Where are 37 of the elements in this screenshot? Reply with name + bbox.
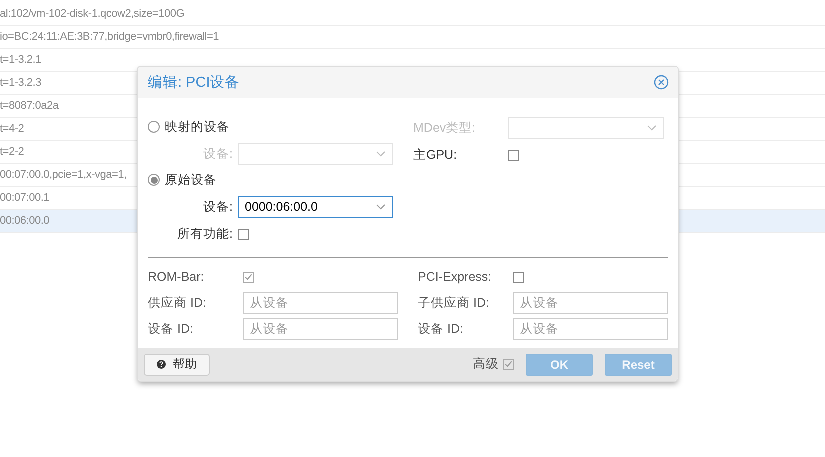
field-label: 设备 ID: — [418, 320, 464, 338]
help-icon — [157, 358, 166, 371]
field-label: 设备: — [202, 198, 234, 216]
field-label: 设备: — [202, 146, 234, 162]
field-label: 供应商 ID: — [148, 294, 208, 312]
field-label: ROM-Bar: — [148, 270, 206, 284]
reset-button[interactable]: Reset — [605, 354, 672, 376]
table-row[interactable]: io=BC:24:11:AE:3B:77,bridge=vmbr0,firewall=1 — [0, 26, 825, 49]
radio-button[interactable] — [148, 121, 160, 133]
chevron-icon — [376, 204, 386, 210]
checkbox[interactable] — [508, 150, 518, 160]
help-button[interactable]: 帮助 — [144, 354, 210, 376]
checkbox[interactable] — [513, 272, 524, 282]
checkbox[interactable] — [238, 228, 249, 240]
field-label: 所有功能: — [176, 226, 234, 242]
advanced-label: 高级 — [473, 356, 499, 373]
checkbox[interactable] — [503, 359, 514, 370]
field-label: 主GPU: — [414, 146, 458, 164]
radio-button[interactable] — [148, 174, 160, 186]
radio-label: 映射的设备 — [165, 118, 230, 136]
field-label: MDev类型: — [414, 120, 477, 136]
input-field[interactable]: 从设备 — [243, 318, 398, 340]
close-icon[interactable] — [654, 75, 669, 90]
field-label: PCI-Express: — [418, 270, 493, 284]
field-label: 子供应商 ID: — [418, 294, 490, 312]
table-row[interactable]: al:102/vm-102-disk-1.qcow2,size=100G — [0, 3, 825, 26]
ok-button[interactable]: OK — [526, 354, 593, 376]
device-dropdown[interactable]: 0000:06:00.0 — [238, 196, 393, 218]
dialog-title: 编辑: PCI设备 — [148, 74, 240, 92]
radio-label: 原始设备 — [165, 172, 217, 188]
chevron-icon — [646, 125, 656, 131]
checkbox[interactable] — [243, 272, 254, 282]
input-field[interactable]: 从设备 — [513, 292, 668, 314]
input-field[interactable]: 从设备 — [513, 318, 668, 340]
chevron-icon — [376, 151, 386, 157]
input-field[interactable]: 从设备 — [243, 292, 398, 314]
field-label: 设备 ID: — [148, 320, 194, 338]
